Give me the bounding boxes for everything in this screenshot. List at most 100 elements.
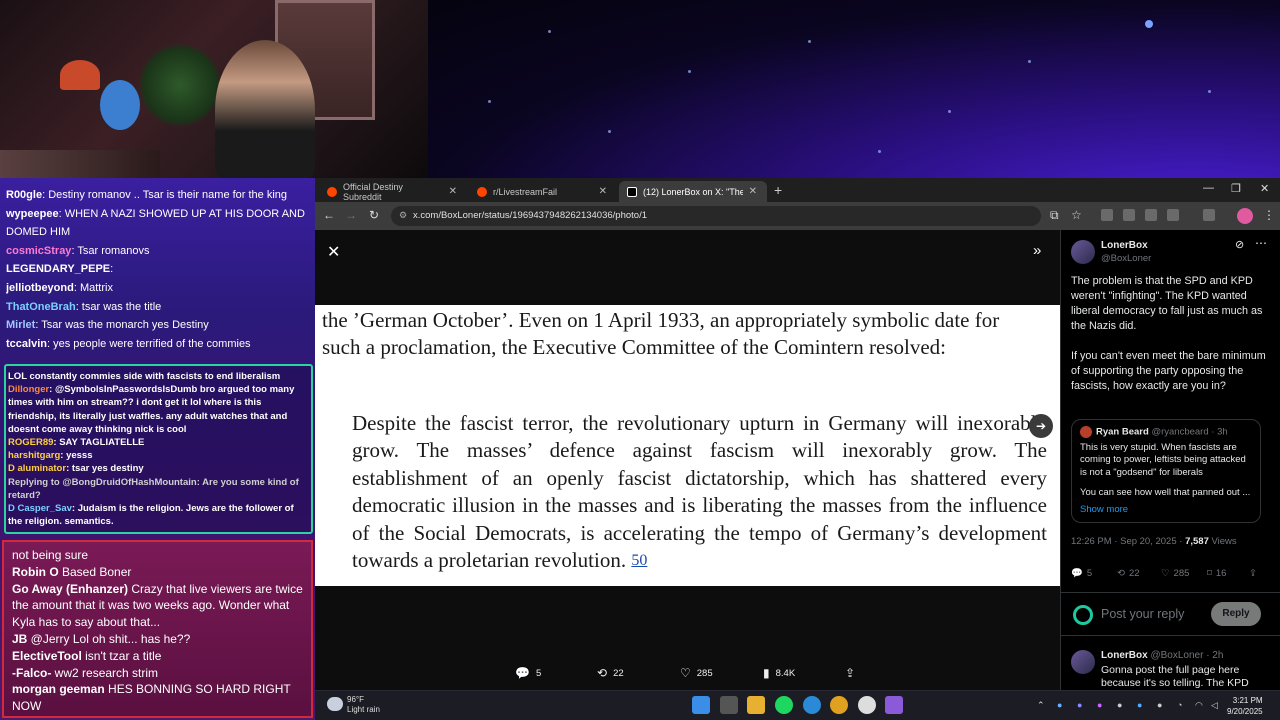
more-options-icon[interactable]: ⋯	[1255, 236, 1267, 250]
extension-icon[interactable]	[1101, 209, 1113, 221]
chat-username[interactable]: ThatOneBrah	[6, 301, 76, 313]
chat-username[interactable]: ElectiveTool	[12, 649, 82, 663]
close-window-icon[interactable]: ✕	[1260, 182, 1269, 195]
like-stat[interactable]: ♡ 285	[1161, 568, 1189, 579]
volume-icon[interactable]: ◁	[1211, 700, 1218, 711]
new-tab-icon[interactable]: +	[774, 182, 782, 198]
tab-lonerbox-x[interactable]: (12) LonerBox on X: "The probl ✕	[619, 181, 767, 202]
chat-username[interactable]: D aluminator	[8, 463, 66, 474]
bookmark-star-icon[interactable]: ☆	[1071, 208, 1082, 222]
chrome-icon[interactable]	[830, 696, 848, 714]
back-icon[interactable]: ←	[323, 208, 335, 222]
author-handle[interactable]: @BoxLoner	[1101, 253, 1151, 264]
site-info-icon[interactable]: ⚙	[399, 210, 407, 221]
task-view-icon[interactable]	[720, 696, 738, 714]
file-explorer-icon[interactable]	[747, 696, 765, 714]
tray-icon[interactable]: ●	[1077, 700, 1082, 710]
url-bar[interactable]: ⚙ x.com/BoxLoner/status/1969437948262134…	[391, 206, 1041, 226]
grok-icon[interactable]: ⊘	[1235, 238, 1244, 251]
tweet-photo[interactable]: the ’German October’. Even on 1 April 19…	[315, 305, 1060, 586]
chat-username[interactable]: Dillonger	[8, 384, 49, 395]
close-icon[interactable]: ✕	[449, 186, 457, 197]
tweet-text: The problem is that the SPD and KPD were…	[1071, 274, 1271, 394]
tray-icon[interactable]: ●	[1117, 700, 1122, 710]
profile-avatar[interactable]	[1237, 208, 1253, 224]
reply-author-avatar[interactable]	[1071, 650, 1095, 674]
chat-username[interactable]: R00gle	[6, 189, 42, 201]
wifi-icon[interactable]: ◠	[1195, 700, 1203, 711]
share-button[interactable]: ⇪	[845, 666, 855, 680]
menu-kebab-icon[interactable]: ⋮	[1263, 208, 1275, 222]
cast-icon[interactable]: ⧉	[1050, 208, 1059, 223]
repost-stat[interactable]: ⟲ 22	[1117, 568, 1140, 579]
app-icon[interactable]	[885, 696, 903, 714]
reply-stat[interactable]: 💬 5	[1071, 568, 1092, 579]
obs-icon[interactable]	[858, 696, 876, 714]
chat-username[interactable]: LEGENDARY_PEPE	[6, 263, 110, 275]
chat-username[interactable]: tccalvin	[6, 338, 47, 350]
show-more-link[interactable]: Show more	[1080, 504, 1252, 515]
chat-message: not being sure	[12, 547, 303, 564]
reply-author[interactable]: LonerBox @BoxLoner · 2h	[1101, 650, 1223, 661]
close-icon[interactable]: ✕	[749, 186, 757, 197]
tab-destiny-subreddit[interactable]: Official Destiny Subreddit ✕	[319, 181, 467, 202]
repost-button[interactable]: ⟲ 22	[597, 666, 624, 680]
quoted-tweet[interactable]: Ryan Beard @ryancbeard · 3h This is very…	[1071, 419, 1261, 523]
author-name[interactable]: LonerBox	[1101, 240, 1148, 251]
maximize-icon[interactable]: ❐	[1231, 182, 1241, 195]
repost-icon: ⟲	[1117, 568, 1125, 579]
windows-start-icon[interactable]	[692, 696, 710, 714]
chat-username[interactable]: morgan geeman	[12, 682, 105, 696]
chat-username[interactable]: cosmicStray	[6, 245, 71, 257]
system-clock[interactable]: 3:21 PM 9/20/2025	[1227, 695, 1263, 717]
chat-username[interactable]: -Falco-	[12, 666, 51, 680]
tray-icon[interactable]: ●	[1057, 700, 1062, 710]
tweet-timestamp: 12:26 PM · Sep 20, 2025 · 7,587 Views	[1071, 536, 1237, 547]
spotify-icon[interactable]	[775, 696, 793, 714]
views-button[interactable]: ▮ 8.4K	[763, 666, 795, 680]
weather-condition: Light rain	[347, 705, 380, 714]
network-icon[interactable]: ◔	[1177, 700, 1182, 710]
chat-username[interactable]: Robin O	[12, 565, 59, 579]
reply-submit-button[interactable]: Reply	[1211, 602, 1261, 626]
edge-icon[interactable]	[803, 696, 821, 714]
share-stat[interactable]: ⇪	[1249, 568, 1257, 579]
chat-username[interactable]: D Casper_Sav	[8, 503, 72, 514]
tray-icon[interactable]: ●	[1097, 700, 1102, 710]
star	[878, 150, 881, 153]
tray-expand-icon[interactable]: ⌃	[1037, 700, 1045, 711]
reply-input[interactable]: Post your reply	[1101, 607, 1184, 621]
minimize-icon[interactable]: —	[1203, 182, 1214, 194]
chat-username[interactable]: ROGER89	[8, 437, 53, 448]
chat-username[interactable]: wypeepee	[6, 208, 59, 220]
chat-text: : Mattrix	[73, 281, 113, 294]
weather-widget[interactable]: 96°F Light rain	[327, 695, 380, 715]
chat-text: Based Boner	[58, 564, 132, 579]
star	[1208, 90, 1211, 93]
next-photo-button[interactable]: ➔	[1029, 414, 1053, 438]
chat-username[interactable]: harshitgarg	[8, 450, 60, 461]
chat-username[interactable]: Go Away (Enhanzer)	[12, 582, 128, 596]
extensions-puzzle-icon[interactable]	[1167, 209, 1179, 221]
chat-username[interactable]: JB	[12, 632, 27, 646]
side-panel-icon[interactable]	[1203, 209, 1215, 221]
tray-icon[interactable]: ●	[1157, 700, 1162, 710]
tweet-stats: 💬 5 ⟲ 22 ♡ 285 ⌑ 16 ⇪	[1071, 568, 1271, 584]
close-icon[interactable]: ✕	[599, 186, 607, 197]
forward-icon[interactable]: →	[345, 208, 357, 222]
chat-username[interactable]: jelliotbeyond	[6, 282, 74, 294]
extension-icon[interactable]	[1145, 209, 1157, 221]
bookmark-stat[interactable]: ⌑ 16	[1207, 568, 1226, 579]
reload-icon[interactable]: ↻	[369, 208, 379, 222]
chat-text: :	[110, 263, 114, 276]
tray-icon[interactable]: ●	[1137, 700, 1142, 710]
close-icon[interactable]: ✕	[327, 242, 340, 262]
author-avatar[interactable]	[1071, 240, 1095, 264]
tab-livestreamfail[interactable]: r/LivestreamFail ✕	[469, 181, 617, 202]
chat-text: : @SymbolsInPasswordsIsDumb bro argued t…	[8, 384, 295, 435]
like-button[interactable]: ♡ 285	[680, 666, 713, 680]
chat-username[interactable]: Mirlet	[6, 319, 35, 331]
reply-button[interactable]: 💬 5	[515, 666, 541, 680]
extension-icon[interactable]	[1123, 209, 1135, 221]
expand-panel-icon[interactable]: »	[1033, 242, 1041, 259]
